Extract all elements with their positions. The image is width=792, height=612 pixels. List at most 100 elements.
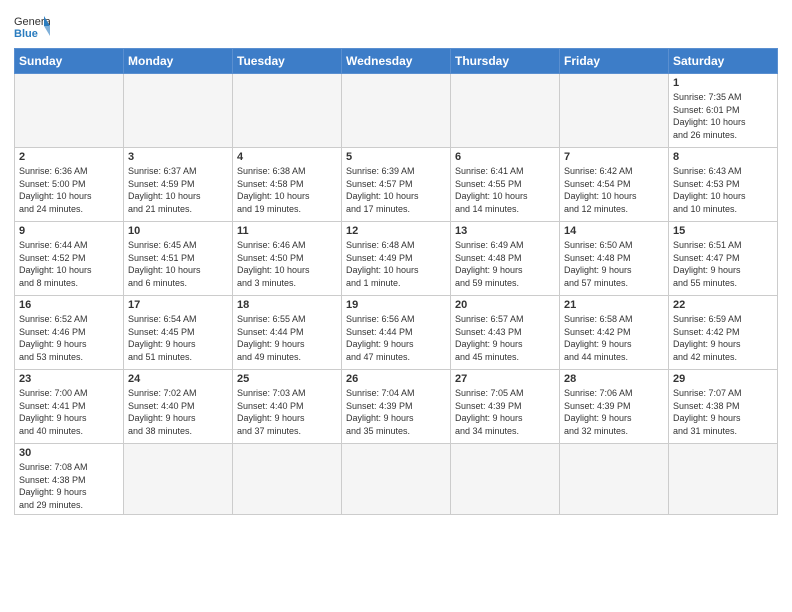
- calendar-cell: 25Sunrise: 7:03 AM Sunset: 4:40 PM Dayli…: [233, 370, 342, 444]
- day-number: 1: [673, 77, 773, 89]
- day-number: 25: [237, 373, 337, 385]
- day-number: 22: [673, 299, 773, 311]
- logo-icon: General Blue: [14, 12, 50, 42]
- day-info: Sunrise: 6:50 AM Sunset: 4:48 PM Dayligh…: [564, 239, 664, 289]
- day-number: 9: [19, 225, 119, 237]
- calendar-cell: [560, 74, 669, 148]
- week-row-4: 16Sunrise: 6:52 AM Sunset: 4:46 PM Dayli…: [15, 296, 778, 370]
- day-info: Sunrise: 6:59 AM Sunset: 4:42 PM Dayligh…: [673, 313, 773, 363]
- calendar-cell: 13Sunrise: 6:49 AM Sunset: 4:48 PM Dayli…: [451, 222, 560, 296]
- calendar-cell: [233, 74, 342, 148]
- week-row-2: 2 Sunrise: 6:36 AM Sunset: 5:00 PM Daylig…: [15, 148, 778, 222]
- day-info: Sunrise: 6:51 AM Sunset: 4:47 PM Dayligh…: [673, 239, 773, 289]
- calendar-cell: 6Sunrise: 6:41 AM Sunset: 4:55 PM Daylig…: [451, 148, 560, 222]
- calendar-cell: 9 Sunrise: 6:44 AM Sunset: 4:52 PM Daylig…: [15, 222, 124, 296]
- day-number: 5: [346, 151, 446, 163]
- day-info: Sunrise: 6:57 AM Sunset: 4:43 PM Dayligh…: [455, 313, 555, 363]
- calendar-cell: 5 Sunrise: 6:39 AM Sunset: 4:57 PM Daylig…: [342, 148, 451, 222]
- day-number: 29: [673, 373, 773, 385]
- week-row-6: 30 Sunrise: 7:08 AM Sunset: 4:38 PM Dayli…: [15, 444, 778, 515]
- day-info: Sunrise: 6:36 AM Sunset: 5:00 PM Dayligh…: [19, 165, 119, 215]
- day-info: Sunrise: 7:00 AM Sunset: 4:41 PM Dayligh…: [19, 387, 119, 437]
- day-info: Sunrise: 6:55 AM Sunset: 4:44 PM Dayligh…: [237, 313, 337, 363]
- calendar-header-saturday: Saturday: [669, 49, 778, 74]
- day-info: Sunrise: 6:38 AM Sunset: 4:58 PM Dayligh…: [237, 165, 337, 215]
- day-number: 3: [128, 151, 228, 163]
- calendar-cell: 2 Sunrise: 6:36 AM Sunset: 5:00 PM Daylig…: [15, 148, 124, 222]
- calendar-cell: 3 Sunrise: 6:37 AM Sunset: 4:59 PM Daylig…: [124, 148, 233, 222]
- svg-text:Blue: Blue: [14, 28, 38, 40]
- calendar-cell: [451, 74, 560, 148]
- day-number: 2: [19, 151, 119, 163]
- calendar-cell: 8Sunrise: 6:43 AM Sunset: 4:53 PM Daylig…: [669, 148, 778, 222]
- day-number: 30: [19, 447, 119, 459]
- day-number: 10: [128, 225, 228, 237]
- day-number: 19: [346, 299, 446, 311]
- day-info: Sunrise: 7:07 AM Sunset: 4:38 PM Dayligh…: [673, 387, 773, 437]
- week-row-1: 1 Sunrise: 7:35 AM Sunset: 6:01 PM Daylig…: [15, 74, 778, 148]
- day-number: 23: [19, 373, 119, 385]
- calendar-header-tuesday: Tuesday: [233, 49, 342, 74]
- calendar-header-wednesday: Wednesday: [342, 49, 451, 74]
- day-info: Sunrise: 7:35 AM Sunset: 6:01 PM Dayligh…: [673, 91, 773, 141]
- day-info: Sunrise: 7:02 AM Sunset: 4:40 PM Dayligh…: [128, 387, 228, 437]
- calendar-cell: 27Sunrise: 7:05 AM Sunset: 4:39 PM Dayli…: [451, 370, 560, 444]
- day-info: Sunrise: 6:39 AM Sunset: 4:57 PM Dayligh…: [346, 165, 446, 215]
- calendar-cell: 10 Sunrise: 6:45 AM Sunset: 4:51 PM Dayli…: [124, 222, 233, 296]
- day-number: 11: [237, 225, 337, 237]
- calendar-cell: 16Sunrise: 6:52 AM Sunset: 4:46 PM Dayli…: [15, 296, 124, 370]
- calendar-cell: [233, 444, 342, 515]
- day-info: Sunrise: 6:45 AM Sunset: 4:51 PM Dayligh…: [128, 239, 228, 289]
- day-number: 17: [128, 299, 228, 311]
- calendar-cell: 29 Sunrise: 7:07 AM Sunset: 4:38 PM Dayli…: [669, 370, 778, 444]
- calendar-cell: 20 Sunrise: 6:57 AM Sunset: 4:43 PM Dayli…: [451, 296, 560, 370]
- calendar-header-sunday: Sunday: [15, 49, 124, 74]
- day-info: Sunrise: 7:05 AM Sunset: 4:39 PM Dayligh…: [455, 387, 555, 437]
- calendar-header-thursday: Thursday: [451, 49, 560, 74]
- calendar-cell: 17Sunrise: 6:54 AM Sunset: 4:45 PM Dayli…: [124, 296, 233, 370]
- calendar-cell: 11Sunrise: 6:46 AM Sunset: 4:50 PM Dayli…: [233, 222, 342, 296]
- calendar-cell: [124, 74, 233, 148]
- calendar-header-friday: Friday: [560, 49, 669, 74]
- calendar-table: SundayMondayTuesdayWednesdayThursdayFrid…: [14, 48, 778, 515]
- calendar-header-monday: Monday: [124, 49, 233, 74]
- day-number: 12: [346, 225, 446, 237]
- day-info: Sunrise: 6:56 AM Sunset: 4:44 PM Dayligh…: [346, 313, 446, 363]
- day-info: Sunrise: 7:08 AM Sunset: 4:38 PM Dayligh…: [19, 461, 119, 511]
- day-number: 7: [564, 151, 664, 163]
- calendar-cell: [124, 444, 233, 515]
- calendar-cell: 28Sunrise: 7:06 AM Sunset: 4:39 PM Dayli…: [560, 370, 669, 444]
- day-info: Sunrise: 6:44 AM Sunset: 4:52 PM Dayligh…: [19, 239, 119, 289]
- calendar-cell: 18 Sunrise: 6:55 AM Sunset: 4:44 PM Dayli…: [233, 296, 342, 370]
- calendar-cell: 24 Sunrise: 7:02 AM Sunset: 4:40 PM Dayli…: [124, 370, 233, 444]
- page-header: General Blue: [14, 12, 778, 42]
- calendar-cell: 4 Sunrise: 6:38 AM Sunset: 4:58 PM Daylig…: [233, 148, 342, 222]
- day-number: 18: [237, 299, 337, 311]
- day-number: 28: [564, 373, 664, 385]
- day-info: Sunrise: 6:37 AM Sunset: 4:59 PM Dayligh…: [128, 165, 228, 215]
- day-number: 20: [455, 299, 555, 311]
- calendar-cell: [451, 444, 560, 515]
- week-row-3: 9 Sunrise: 6:44 AM Sunset: 4:52 PM Daylig…: [15, 222, 778, 296]
- logo: General Blue: [14, 12, 56, 42]
- calendar-cell: [15, 74, 124, 148]
- day-number: 4: [237, 151, 337, 163]
- week-row-5: 23 Sunrise: 7:00 AM Sunset: 4:41 PM Dayli…: [15, 370, 778, 444]
- calendar-cell: [342, 444, 451, 515]
- calendar-page: General Blue SundayMondayTuesdayWednesda…: [0, 0, 792, 612]
- calendar-cell: [560, 444, 669, 515]
- day-info: Sunrise: 6:43 AM Sunset: 4:53 PM Dayligh…: [673, 165, 773, 215]
- calendar-cell: 19 Sunrise: 6:56 AM Sunset: 4:44 PM Dayli…: [342, 296, 451, 370]
- calendar-header-row: SundayMondayTuesdayWednesdayThursdayFrid…: [15, 49, 778, 74]
- calendar-cell: 22 Sunrise: 6:59 AM Sunset: 4:42 PM Dayli…: [669, 296, 778, 370]
- calendar-cell: 14Sunrise: 6:50 AM Sunset: 4:48 PM Dayli…: [560, 222, 669, 296]
- day-number: 26: [346, 373, 446, 385]
- calendar-cell: 21Sunrise: 6:58 AM Sunset: 4:42 PM Dayli…: [560, 296, 669, 370]
- day-number: 24: [128, 373, 228, 385]
- day-number: 15: [673, 225, 773, 237]
- calendar-cell: 23 Sunrise: 7:00 AM Sunset: 4:41 PM Dayli…: [15, 370, 124, 444]
- day-info: Sunrise: 6:41 AM Sunset: 4:55 PM Dayligh…: [455, 165, 555, 215]
- day-number: 16: [19, 299, 119, 311]
- calendar-cell: 12Sunrise: 6:48 AM Sunset: 4:49 PM Dayli…: [342, 222, 451, 296]
- day-info: Sunrise: 6:42 AM Sunset: 4:54 PM Dayligh…: [564, 165, 664, 215]
